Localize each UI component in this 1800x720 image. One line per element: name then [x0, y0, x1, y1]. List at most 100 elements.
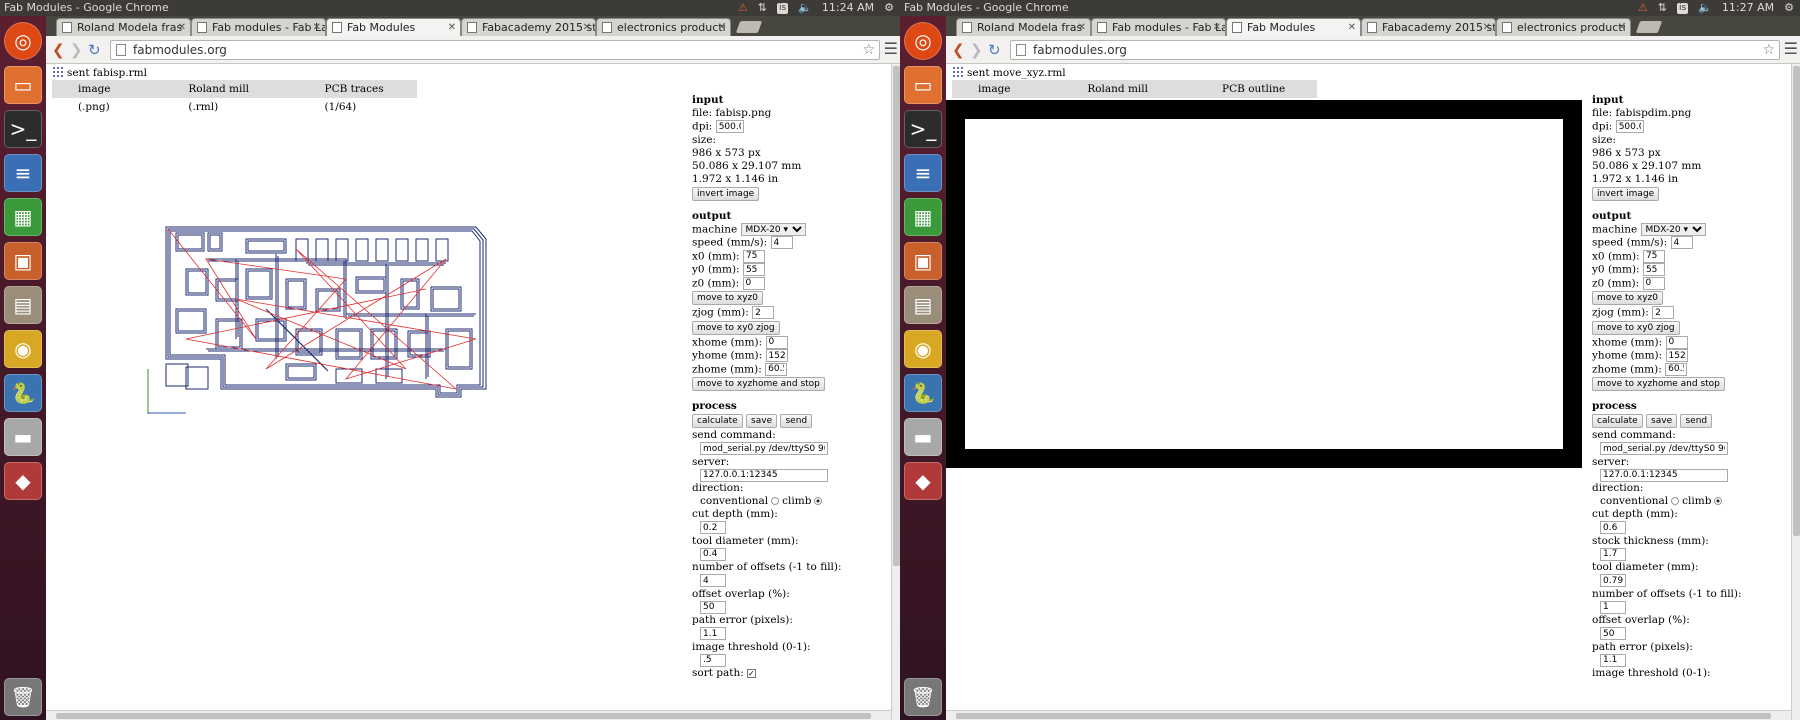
- forward-icon[interactable]: ❯: [970, 41, 983, 59]
- vertical-scroll-thumb[interactable]: [893, 66, 900, 566]
- reload-icon[interactable]: ↻: [988, 41, 1001, 59]
- trash-icon[interactable]: 🗑: [904, 678, 942, 716]
- bookmark-star-icon[interactable]: ☆: [1762, 41, 1775, 59]
- clock[interactable]: 11:24 AM: [822, 0, 874, 16]
- editor-icon[interactable]: ◆: [904, 462, 942, 500]
- close-icon[interactable]: ✕: [583, 19, 591, 36]
- horizontal-scrollbar[interactable]: [46, 710, 891, 720]
- trash-icon[interactable]: 🗑: [4, 678, 42, 716]
- climb-radio[interactable]: [814, 497, 823, 505]
- network-icon[interactable]: ⇅: [758, 0, 767, 16]
- send-button[interactable]: send: [780, 414, 813, 428]
- clock[interactable]: 11:27 AM: [1722, 0, 1774, 16]
- close-icon[interactable]: ✕: [313, 19, 321, 36]
- chrome-icon[interactable]: ◉: [4, 330, 42, 368]
- cut-depth-input[interactable]: [700, 521, 726, 534]
- server-input[interactable]: [700, 468, 828, 482]
- send-command-input[interactable]: [700, 442, 828, 455]
- vertical-scroll-thumb[interactable]: [1793, 66, 1800, 536]
- cut-depth-input[interactable]: [1600, 521, 1626, 534]
- send-button[interactable]: send: [1680, 414, 1713, 428]
- menu-input-format[interactable]: image (.png): [952, 80, 1043, 113]
- back-icon[interactable]: ❮: [952, 41, 965, 59]
- archive-icon[interactable]: ▤: [4, 286, 42, 324]
- close-icon[interactable]: ✕: [178, 19, 186, 36]
- forward-icon[interactable]: ❯: [70, 41, 83, 59]
- zjog-input[interactable]: [752, 306, 775, 319]
- calculate-button[interactable]: calculate: [692, 414, 743, 428]
- overlap-input[interactable]: [1600, 627, 1626, 640]
- yhome-input[interactable]: [1665, 349, 1688, 362]
- settings-gear-icon[interactable]: ⚙: [1784, 0, 1794, 16]
- back-icon[interactable]: ❮: [52, 41, 65, 59]
- editor-icon[interactable]: ◆: [4, 462, 42, 500]
- terminal-icon[interactable]: >_: [904, 110, 942, 148]
- tab-fabacademy[interactable]: Fabacademy 2015 stu ✕: [1361, 18, 1496, 36]
- menu-output-format[interactable]: Roland mill (.rml): [144, 80, 280, 113]
- machine-select[interactable]: MDX-20 ▾: [1640, 222, 1706, 236]
- network-icon[interactable]: ⇅: [1658, 0, 1667, 16]
- climb-radio[interactable]: [1714, 497, 1723, 505]
- machine-select[interactable]: MDX-20 ▾: [740, 222, 806, 236]
- horizontal-scrollbar[interactable]: [946, 710, 1791, 720]
- conventional-radio[interactable]: [771, 497, 780, 505]
- menu-input-format[interactable]: image (.png): [52, 80, 144, 113]
- close-icon[interactable]: ✕: [448, 19, 456, 36]
- conventional-radio[interactable]: [1671, 497, 1680, 505]
- drive-icon[interactable]: ▬: [4, 418, 42, 456]
- stock-thickness-input[interactable]: [1600, 547, 1626, 561]
- outline-image-preview[interactable]: [946, 100, 1582, 468]
- reload-icon[interactable]: ↻: [88, 41, 101, 59]
- horizontal-scroll-thumb[interactable]: [956, 713, 1771, 719]
- tab-roland-modela[interactable]: Roland Modela fras ✕: [956, 18, 1091, 36]
- vertical-scrollbar[interactable]: [891, 64, 900, 720]
- save-button[interactable]: save: [746, 414, 778, 428]
- new-tab-button[interactable]: [1635, 21, 1663, 33]
- move-xy0-zjog-button[interactable]: move to xy0 zjog: [692, 320, 780, 335]
- offsets-input[interactable]: [1600, 600, 1626, 614]
- bookmark-star-icon[interactable]: ☆: [862, 41, 875, 59]
- path-error-input[interactable]: [700, 627, 726, 640]
- writer-icon[interactable]: ≡: [4, 154, 42, 192]
- close-icon[interactable]: ✕: [1078, 19, 1086, 36]
- new-tab-button[interactable]: [735, 21, 763, 33]
- server-input[interactable]: [1600, 468, 1728, 482]
- save-button[interactable]: save: [1646, 414, 1678, 428]
- python-icon[interactable]: 🐍: [904, 374, 942, 412]
- menu-process[interactable]: PCB outline (1/32): [1178, 80, 1317, 113]
- calc-icon[interactable]: ▦: [4, 198, 42, 236]
- zjog-input[interactable]: [1652, 306, 1675, 319]
- zhome-input[interactable]: [1665, 362, 1688, 376]
- writer-icon[interactable]: ≡: [904, 154, 942, 192]
- menu-output-format[interactable]: Roland mill (.rml): [1043, 80, 1178, 113]
- files-icon[interactable]: ▭: [4, 66, 42, 104]
- archive-icon[interactable]: ▤: [904, 286, 942, 324]
- tab-fab-modules-fablab[interactable]: Fab modules - Fab La ✕: [1091, 18, 1226, 36]
- python-icon[interactable]: 🐍: [4, 374, 42, 412]
- volume-icon[interactable]: 🔈: [798, 0, 812, 16]
- speed-input[interactable]: [1670, 236, 1693, 249]
- xhome-input[interactable]: [765, 335, 788, 349]
- tool-diameter-input[interactable]: [700, 547, 726, 561]
- menu-icon[interactable]: ☰: [1784, 39, 1798, 58]
- vertical-scrollbar[interactable]: [1791, 64, 1800, 720]
- x0-input[interactable]: [1642, 249, 1665, 263]
- tool-diameter-input[interactable]: [1600, 574, 1626, 587]
- close-icon[interactable]: ✕: [718, 19, 726, 36]
- files-icon[interactable]: ▭: [904, 66, 942, 104]
- dpi-input[interactable]: [1615, 120, 1644, 133]
- address-bar[interactable]: fabmodules.org ☆: [110, 40, 880, 60]
- zhome-input[interactable]: [765, 362, 788, 376]
- tab-electronics-production[interactable]: electronics producti ✕: [596, 18, 731, 36]
- chrome-icon[interactable]: ◉: [904, 330, 942, 368]
- invert-image-button[interactable]: invert image: [1592, 186, 1660, 201]
- tab-roland-modela[interactable]: Roland Modela fras ✕: [56, 18, 191, 36]
- tab-fab-modules-fablab[interactable]: Fab modules - Fab La ✕: [191, 18, 326, 36]
- path-error-input[interactable]: [1600, 653, 1626, 667]
- tab-fab-modules[interactable]: Fab Modules ✕: [1226, 18, 1361, 36]
- y0-input[interactable]: [742, 263, 765, 276]
- keyboard-layout[interactable]: is: [777, 2, 789, 14]
- tab-fab-modules[interactable]: Fab Modules ✕: [326, 18, 461, 36]
- close-icon[interactable]: ✕: [1618, 19, 1626, 36]
- close-icon[interactable]: ✕: [1348, 19, 1356, 36]
